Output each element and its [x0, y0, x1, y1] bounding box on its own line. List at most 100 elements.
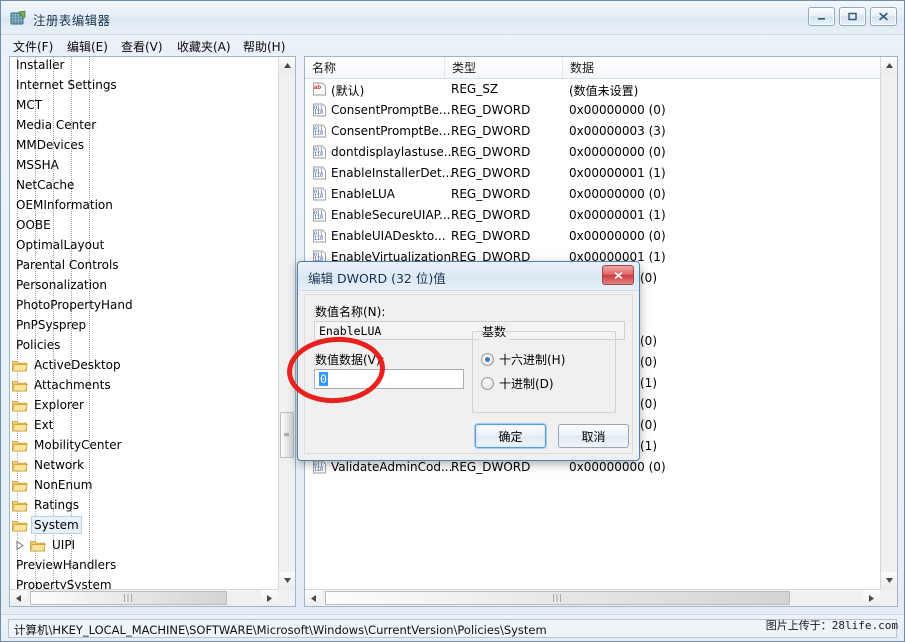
- tree-item-mssha[interactable]: MSSHA: [10, 155, 280, 175]
- tree-item-ratings[interactable]: Ratings: [10, 495, 280, 515]
- menu-view[interactable]: 查看(V): [117, 37, 167, 56]
- tree-vertical-scrollbar[interactable]: ≡: [278, 57, 295, 589]
- svg-text:110: 110: [314, 194, 323, 200]
- ok-button[interactable]: 确定: [475, 424, 546, 448]
- table-row[interactable]: 011110EnableInstallerDet...REG_DWORD0x00…: [305, 163, 882, 184]
- value-name-text: EnableLUA: [319, 324, 381, 338]
- tree-item-previewhandlers[interactable]: PreviewHandlers: [10, 555, 280, 575]
- tree-item-explorer[interactable]: Explorer: [10, 395, 280, 415]
- list-scroll-right-button[interactable]: [863, 590, 880, 607]
- column-header-data[interactable]: 数据: [563, 57, 882, 78]
- column-header-type[interactable]: 类型: [445, 57, 563, 78]
- table-row[interactable]: 011110EnableLUAREG_DWORD0x00000000 (0): [305, 184, 882, 205]
- cell-data: (0): [640, 271, 657, 285]
- menu-edit[interactable]: 编辑(E): [63, 37, 112, 56]
- tree-scroll-down-button[interactable]: [279, 572, 296, 589]
- dword-value-icon: 011110: [312, 187, 327, 201]
- dword-value-icon: 011110: [312, 460, 327, 474]
- tree-item-label: Attachments: [31, 376, 114, 394]
- list-horizontal-scrollbar[interactable]: |||: [305, 589, 880, 606]
- tree-item-uipi[interactable]: UIPI: [10, 535, 280, 555]
- cell-type: REG_DWORD: [451, 145, 530, 159]
- maximize-button[interactable]: [839, 7, 866, 26]
- list-scroll-up-button[interactable]: [881, 57, 898, 74]
- close-button[interactable]: [870, 7, 897, 26]
- tree-horizontal-scrollbar[interactable]: |||: [10, 589, 278, 606]
- table-row[interactable]: 011110ConsentPromptBe...REG_DWORD0x00000…: [305, 100, 882, 121]
- list-scroll-left-button[interactable]: [305, 590, 322, 607]
- tree-scroll-right-button[interactable]: [261, 590, 278, 607]
- svg-text:110: 110: [314, 215, 323, 221]
- table-row[interactable]: ab(默认)REG_SZ(数值未设置): [305, 79, 882, 100]
- tree-item-pnpsysprep[interactable]: PnPSysprep: [10, 315, 280, 335]
- registry-tree-pane: InstallerInternet SettingsMCTMedia Cente…: [9, 56, 296, 607]
- folder-icon: [12, 459, 28, 472]
- column-header-name[interactable]: 名称: [305, 57, 445, 78]
- table-row[interactable]: 011110EnableSecureUIAP...REG_DWORD0x0000…: [305, 205, 882, 226]
- tree-item-mmdevices[interactable]: MMDevices: [10, 135, 280, 155]
- tree-item-optimallayout[interactable]: OptimalLayout: [10, 235, 280, 255]
- menu-help[interactable]: 帮助(H): [239, 37, 289, 56]
- table-row[interactable]: 011110dontdisplaylastuse...REG_DWORD0x00…: [305, 142, 882, 163]
- list-hscroll-thumb[interactable]: |||: [325, 591, 790, 605]
- tree-item-label: NonEnum: [31, 476, 95, 494]
- folder-icon: [12, 519, 28, 532]
- tree-scroll-left-button[interactable]: [10, 590, 27, 607]
- tree-item-network[interactable]: Network: [10, 455, 280, 475]
- tree-item-activedesktop[interactable]: ActiveDesktop: [10, 355, 280, 375]
- tree-item-internet-settings[interactable]: Internet Settings: [10, 75, 280, 95]
- cell-name: ConsentPromptBe...: [331, 103, 450, 117]
- cell-name: EnableInstallerDet...: [331, 166, 453, 180]
- dword-value-icon: 011110: [312, 103, 327, 117]
- tree-item-mct[interactable]: MCT: [10, 95, 280, 115]
- tree-item-netcache[interactable]: NetCache: [10, 175, 280, 195]
- tree-item-installer[interactable]: Installer: [10, 57, 280, 75]
- menu-file[interactable]: 文件(F): [9, 37, 57, 56]
- tree-hscroll-thumb[interactable]: |||: [30, 591, 227, 605]
- registry-editor-window: 注册表编辑器 文件(F) 编辑(E) 查看(V) 收藏夹(A) 帮助(H): [0, 0, 905, 642]
- cell-data: 0x00000000 (0): [569, 460, 666, 474]
- window-title: 注册表编辑器: [33, 10, 110, 29]
- tree-scroll-up-button[interactable]: [279, 57, 296, 74]
- radio-decimal[interactable]: 十进制(D): [481, 375, 554, 392]
- chevron-right-icon[interactable]: [14, 540, 25, 551]
- value-data-input[interactable]: 0: [314, 369, 464, 389]
- tree-item-policies[interactable]: Policies: [10, 335, 280, 355]
- cell-data: 0x00000000 (0): [569, 103, 666, 117]
- tree-item-oeminformation[interactable]: OEMInformation: [10, 195, 280, 215]
- tree-item-mobilitycenter[interactable]: MobilityCenter: [10, 435, 280, 455]
- table-row[interactable]: 011110EnableUIADeskto...REG_DWORD0x00000…: [305, 226, 882, 247]
- tree-item-media-center[interactable]: Media Center: [10, 115, 280, 135]
- dword-value-icon: 011110: [312, 166, 327, 180]
- dialog-close-button[interactable]: [602, 265, 634, 285]
- tree-item-label: Installer: [13, 57, 67, 74]
- tree-item-label: Explorer: [31, 396, 87, 414]
- table-row[interactable]: 011110ConsentPromptBe...REG_DWORD0x00000…: [305, 121, 882, 142]
- tree-item-personalization[interactable]: Personalization: [10, 275, 280, 295]
- tree-item-photopropertyhand[interactable]: PhotoPropertyHand: [10, 295, 280, 315]
- tree-item-label: MSSHA: [13, 156, 62, 174]
- list-vertical-scrollbar[interactable]: [880, 57, 897, 589]
- tree-scroll-thumb[interactable]: ≡: [280, 412, 294, 458]
- minimize-button[interactable]: [808, 7, 835, 26]
- tree-item-oobe[interactable]: OOBE: [10, 215, 280, 235]
- cell-data: (0): [640, 418, 657, 432]
- tree-item-nonenum[interactable]: NonEnum: [10, 475, 280, 495]
- value-data-text: 0: [319, 372, 328, 386]
- tree-item-label: PhotoPropertyHand: [13, 296, 136, 314]
- tree-viewport[interactable]: InstallerInternet SettingsMCTMedia Cente…: [10, 57, 280, 591]
- cell-name: ConsentPromptBe...: [331, 124, 450, 138]
- radio-hexadecimal[interactable]: 十六进制(H): [481, 351, 565, 368]
- menu-favorites[interactable]: 收藏夹(A): [173, 37, 235, 56]
- cell-type: REG_DWORD: [451, 124, 530, 138]
- tree-item-parental-controls[interactable]: Parental Controls: [10, 255, 280, 275]
- tree-item-label: MCT: [13, 96, 45, 114]
- tree-item-system[interactable]: System: [10, 515, 280, 535]
- tree-item-attachments[interactable]: Attachments: [10, 375, 280, 395]
- svg-text:110: 110: [314, 152, 323, 158]
- tree-item-ext[interactable]: Ext: [10, 415, 280, 435]
- svg-text:110: 110: [314, 236, 323, 242]
- cancel-button[interactable]: 取消: [558, 424, 629, 448]
- list-scroll-down-button[interactable]: [881, 572, 898, 589]
- radio-decimal-label: 十进制(D): [499, 375, 554, 392]
